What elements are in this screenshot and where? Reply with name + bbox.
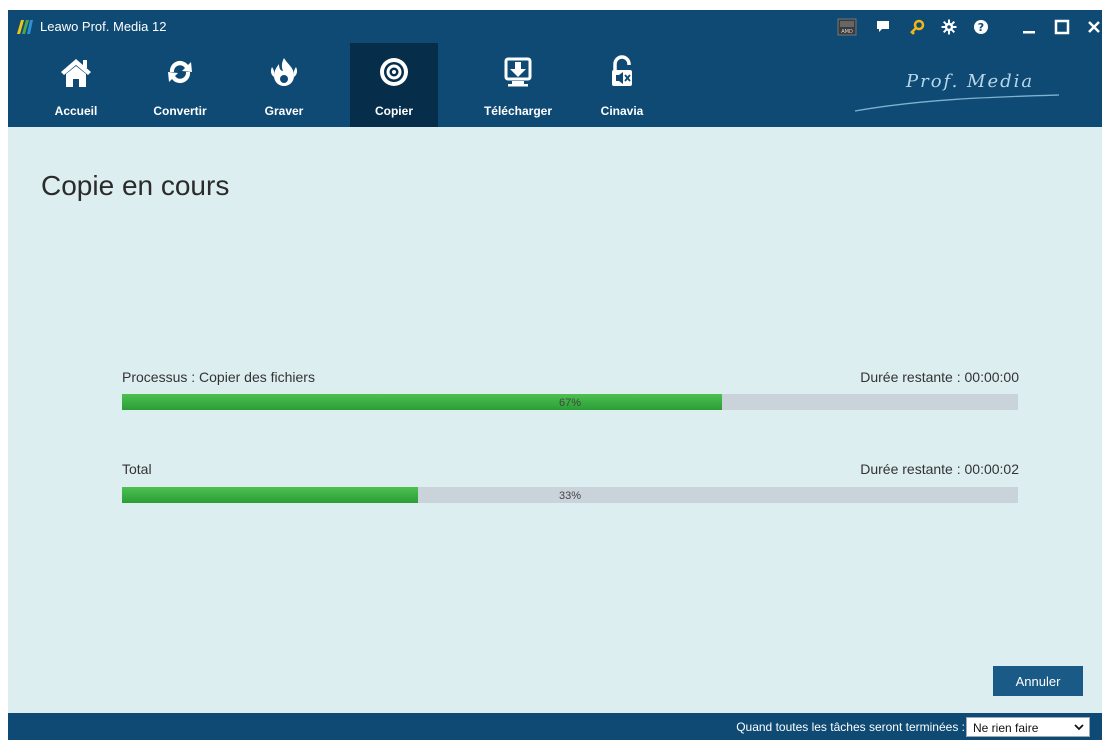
nav-label: Convertir — [153, 104, 207, 118]
task-remaining-time: Durée restante : 00:00:00 — [860, 369, 1019, 385]
nav-item-cinavia[interactable]: Cinavia — [578, 43, 666, 127]
cancel-button[interactable]: Annuler — [993, 666, 1083, 696]
feedback-icon[interactable] — [873, 17, 893, 37]
svg-text:?: ? — [978, 21, 984, 34]
window-title: Leawo Prof. Media 12 — [40, 19, 167, 34]
convert-icon — [168, 60, 192, 84]
task-progress-bar: 67% — [122, 394, 1018, 410]
brand-swoosh-icon — [854, 94, 1060, 112]
after-tasks-select[interactable]: Ne rien faire — [966, 717, 1090, 737]
help-icon[interactable]: ? — [971, 17, 991, 37]
after-tasks-select-value: Ne rien faire — [973, 721, 1039, 735]
nav-item-graver[interactable]: Graver — [240, 43, 328, 127]
cinavia-icon — [612, 55, 632, 86]
total-label: Total — [122, 461, 152, 477]
nav-item-accueil[interactable]: Accueil — [32, 43, 120, 127]
task-label: Processus : Copier des fichiers — [122, 369, 315, 385]
nav-item-convertir[interactable]: Convertir — [136, 43, 224, 127]
maximize-icon[interactable] — [1052, 17, 1072, 37]
nav-item-copier[interactable]: Copier — [350, 43, 438, 127]
nav-label: Cinavia — [600, 104, 644, 118]
nav-item-telecharger[interactable]: Télécharger — [474, 43, 562, 127]
status-footer: Quand toutes les tâches seront terminées… — [8, 713, 1102, 740]
progress-text: 67% — [558, 397, 582, 409]
total-progress-bar: 33% — [122, 487, 1018, 503]
nav-label: Copier — [374, 104, 413, 118]
key-icon[interactable] — [907, 17, 927, 37]
app-logo-icon — [17, 20, 33, 34]
page-title: Copie en cours — [41, 170, 230, 201]
svg-text:AMD: AMD — [841, 29, 853, 35]
download-icon — [504, 57, 532, 87]
brand-logo: Prof. Media — [906, 71, 1035, 92]
copy-disc-icon — [380, 58, 408, 86]
after-tasks-label: Quand toutes les tâches seront terminées… — [736, 720, 965, 734]
total-remaining-time: Durée restante : 00:00:02 — [860, 461, 1019, 477]
nav-label: Graver — [264, 104, 304, 118]
nav-label: Télécharger — [483, 104, 553, 118]
main-nav: Accueil Convertir Graver Copier Téléchar… — [8, 43, 1102, 127]
nav-label: Accueil — [54, 104, 98, 118]
close-icon[interactable] — [1084, 17, 1102, 37]
amd-icon[interactable]: AMD — [837, 17, 857, 37]
app-window: Leawo Prof. Media 12 AMD ? Accueil Conve… — [8, 10, 1102, 740]
title-bar: Leawo Prof. Media 12 AMD ? — [8, 10, 1102, 43]
minimize-icon[interactable] — [1019, 17, 1039, 37]
progress-text: 33% — [558, 490, 582, 502]
settings-icon[interactable] — [939, 17, 959, 37]
chevron-down-icon — [1074, 724, 1084, 731]
burn-icon — [270, 58, 298, 86]
home-icon — [61, 59, 91, 87]
